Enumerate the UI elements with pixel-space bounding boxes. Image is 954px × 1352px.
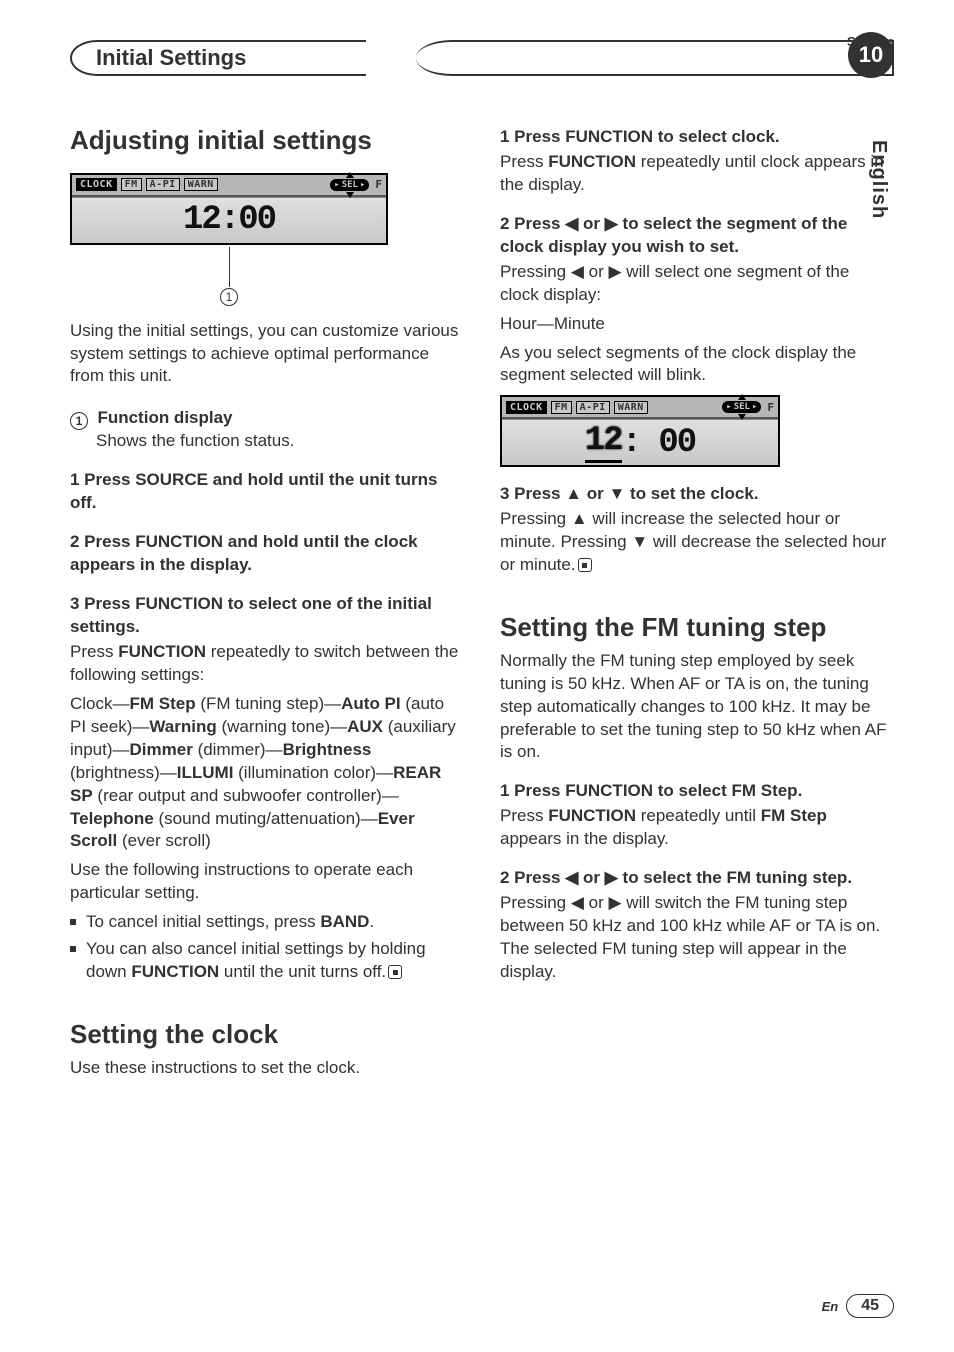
callout-circle-1-icon: 1 — [220, 288, 238, 306]
heading-setting-fm-tuning-step: Setting the FM tuning step — [500, 613, 890, 642]
lcd2-tag-fm: FM — [551, 401, 572, 414]
left-step-2: 2 Press FUNCTION and hold until the cloc… — [70, 531, 460, 577]
heading-setting-the-clock: Setting the clock — [70, 1020, 460, 1049]
up-arrow-icon — [346, 172, 354, 178]
settings-sequence-list: Clock—FM Step (FM tuning step)—Auto PI (… — [70, 693, 460, 854]
lcd-tag-api: A-PI — [146, 178, 180, 191]
intro-paragraph: Using the initial settings, you can cust… — [70, 320, 460, 389]
bullet-icon — [70, 919, 76, 925]
lcd-time-readout: 12:00 — [72, 197, 386, 243]
bullet-cancel-band: To cancel initial settings, press BAND. — [70, 911, 460, 934]
left-column: Adjusting initial settings CLOCK FM A-PI… — [70, 126, 460, 1086]
fm-step-1-desc: Press FUNCTION repeatedly until FM Step … — [500, 805, 890, 851]
up-arrow-icon — [738, 394, 746, 400]
left-step-3-desc: Press FUNCTION repeatedly to switch betw… — [70, 641, 460, 687]
lcd-tag-warn: WARN — [184, 178, 218, 191]
sel-indicator: ▸SEL▸ — [330, 179, 369, 191]
lcd-f-label: F — [375, 178, 382, 191]
display-illustration-1: CLOCK FM A-PI WARN ▸SEL▸ F 12:00 — [70, 173, 388, 245]
display-illustration-2: CLOCK FM A-PI WARN ▸SEL▸ F 12: 00 — [500, 395, 780, 467]
right-clock-step-2-desc3: As you select segments of the clock disp… — [500, 342, 890, 388]
right-clock-step-3: 3 Press ▲ or ▼ to set the clock. — [500, 483, 890, 506]
lcd-callout-line: 1 — [70, 247, 388, 306]
lcd2-f-label: F — [767, 401, 774, 414]
lcd2-time-readout: 12: 00 — [502, 419, 778, 465]
lcd2-tag-clock: CLOCK — [506, 401, 547, 414]
lcd-tag-fm: FM — [121, 178, 142, 191]
callout-function-display-desc: Shows the function status. — [96, 430, 460, 453]
lcd2-tag-api: A-PI — [576, 401, 610, 414]
right-clock-step-2-desc1: Pressing ◀ or ▶ will select one segment … — [500, 261, 890, 307]
fm-step-2: 2 Press ◀ or ▶ to select the FM tuning s… — [500, 867, 890, 890]
header-tab-right — [416, 40, 894, 76]
callout-function-display: 1 Function display — [70, 408, 460, 430]
clock-intro: Use these instructions to set the clock. — [70, 1057, 460, 1080]
section-end-icon — [388, 965, 402, 979]
section-number-badge: 10 — [848, 32, 894, 78]
right-column: 1 Press FUNCTION to select clock. Press … — [500, 126, 890, 1086]
lcd-tag-clock: CLOCK — [76, 178, 117, 191]
left-step-3-desc2: Use the following instructions to operat… — [70, 859, 460, 905]
footer-lang: En — [822, 1299, 839, 1314]
page-number-badge: 45 — [846, 1294, 894, 1318]
left-step-1: 1 Press SOURCE and hold until the unit t… — [70, 469, 460, 515]
language-side-label: English — [867, 140, 890, 219]
right-clock-step-3-desc: Pressing ▲ will increase the selected ho… — [500, 508, 890, 577]
header-tab-row: Initial Settings 10 — [70, 40, 894, 76]
section-title-tab: Initial Settings — [70, 40, 366, 76]
bullet-icon — [70, 946, 76, 952]
fm-step-2-desc: Pressing ◀ or ▶ will switch the FM tunin… — [500, 892, 890, 984]
bullet-cancel-function: You can also cancel initial settings by … — [70, 938, 460, 984]
callout-number-icon: 1 — [70, 412, 88, 430]
right-clock-step-1: 1 Press FUNCTION to select clock. — [500, 126, 890, 149]
right-clock-step-1-desc: Press FUNCTION repeatedly until clock ap… — [500, 151, 890, 197]
page-footer: En 45 — [822, 1294, 894, 1318]
right-clock-step-2: 2 Press ◀ or ▶ to select the segment of … — [500, 213, 890, 259]
right-clock-step-2-desc2: Hour—Minute — [500, 313, 890, 336]
fm-step-1: 1 Press FUNCTION to select FM Step. — [500, 780, 890, 803]
sel-indicator: ▸SEL▸ — [722, 401, 761, 413]
down-arrow-icon — [738, 414, 746, 420]
heading-adjusting-initial-settings: Adjusting initial settings — [70, 126, 460, 155]
down-arrow-icon — [346, 192, 354, 198]
section-end-icon — [578, 558, 592, 572]
fm-intro: Normally the FM tuning step employed by … — [500, 650, 890, 765]
lcd2-tag-warn: WARN — [614, 401, 648, 414]
left-step-3: 3 Press FUNCTION to select one of the in… — [70, 593, 460, 639]
